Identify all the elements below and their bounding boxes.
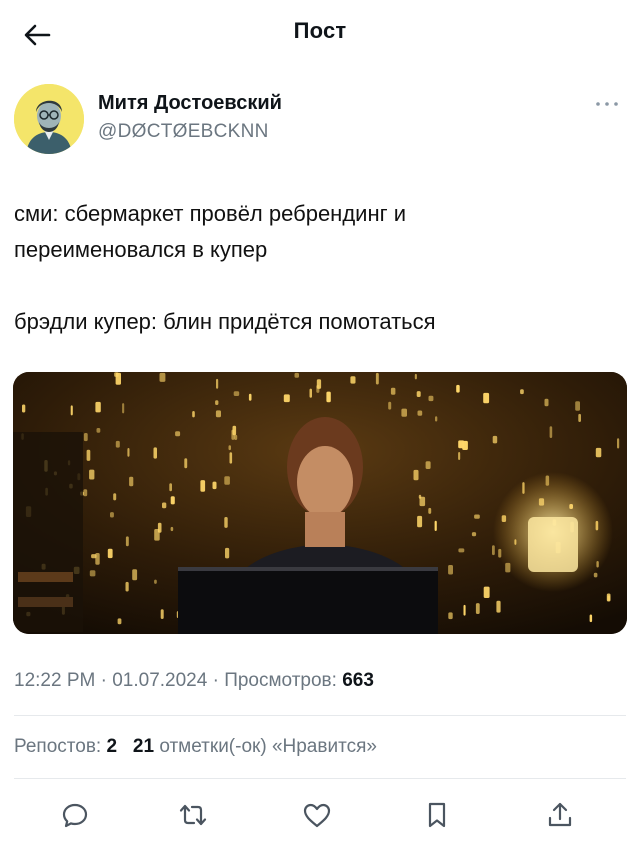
tweet-stats: Репостов: 2 21 отметки(-ок) «Нравится» — [14, 736, 377, 758]
bookmark-icon — [428, 802, 446, 828]
tweet-line: брэдли купер: блин придётся помотаться — [14, 309, 436, 334]
author-handle[interactable]: @DØCTØEBCKNN — [98, 121, 269, 143]
media-photo — [13, 372, 627, 634]
likes-stat[interactable]: 21 отметки(-ок) «Нравится» — [133, 736, 377, 757]
tweet-line: сми: сбермаркет провёл ребрендинг и — [14, 201, 407, 226]
reposts-stat[interactable]: Репостов: 2 — [14, 736, 122, 757]
retweet-button[interactable] — [176, 798, 210, 832]
tweet-line: переименовался в купер — [14, 237, 268, 262]
top-bar: Пост — [0, 0, 640, 68]
tweet-date[interactable]: 01.07.2024 — [112, 670, 207, 691]
retweet-icon — [179, 804, 207, 826]
page-title: Пост — [293, 18, 347, 43]
more-options-button[interactable] — [592, 94, 622, 114]
author-name[interactable]: Митя Достоевский — [98, 92, 282, 115]
bookmark-button[interactable] — [420, 798, 454, 832]
separator-dot: · — [212, 670, 225, 691]
tweet-time[interactable]: 12:22 PM — [14, 670, 95, 691]
share-icon — [548, 802, 572, 827]
divider — [14, 715, 626, 716]
divider — [14, 778, 626, 779]
reposts-count: 2 — [106, 736, 118, 757]
author-block: Митя Достоевский @DØCTØEBCKNN — [14, 84, 626, 156]
share-button[interactable] — [543, 798, 577, 832]
reply-button[interactable] — [58, 798, 92, 832]
tweet-media-image[interactable] — [13, 372, 627, 634]
separator-dot: · — [100, 670, 113, 691]
avatar[interactable] — [14, 84, 84, 154]
tweet-meta: 12:22 PM · 01.07.2024 · Просмотров: 663 — [14, 670, 374, 692]
like-icon — [303, 803, 331, 828]
likes-count: 21 — [132, 736, 155, 757]
action-bar — [0, 788, 640, 838]
reposts-label: Репостов: — [14, 736, 102, 757]
likes-label: отметки(-ок) «Нравится» — [159, 736, 377, 757]
tweet-text: сми: сбермаркет провёл ребрендинг и пере… — [14, 196, 614, 340]
like-button[interactable] — [300, 798, 334, 832]
more-dots-icon — [596, 102, 618, 106]
views-count: 663 — [342, 670, 374, 691]
avatar-illustration — [14, 84, 84, 154]
reply-icon — [62, 803, 88, 828]
views-label: Просмотров: — [224, 670, 337, 691]
